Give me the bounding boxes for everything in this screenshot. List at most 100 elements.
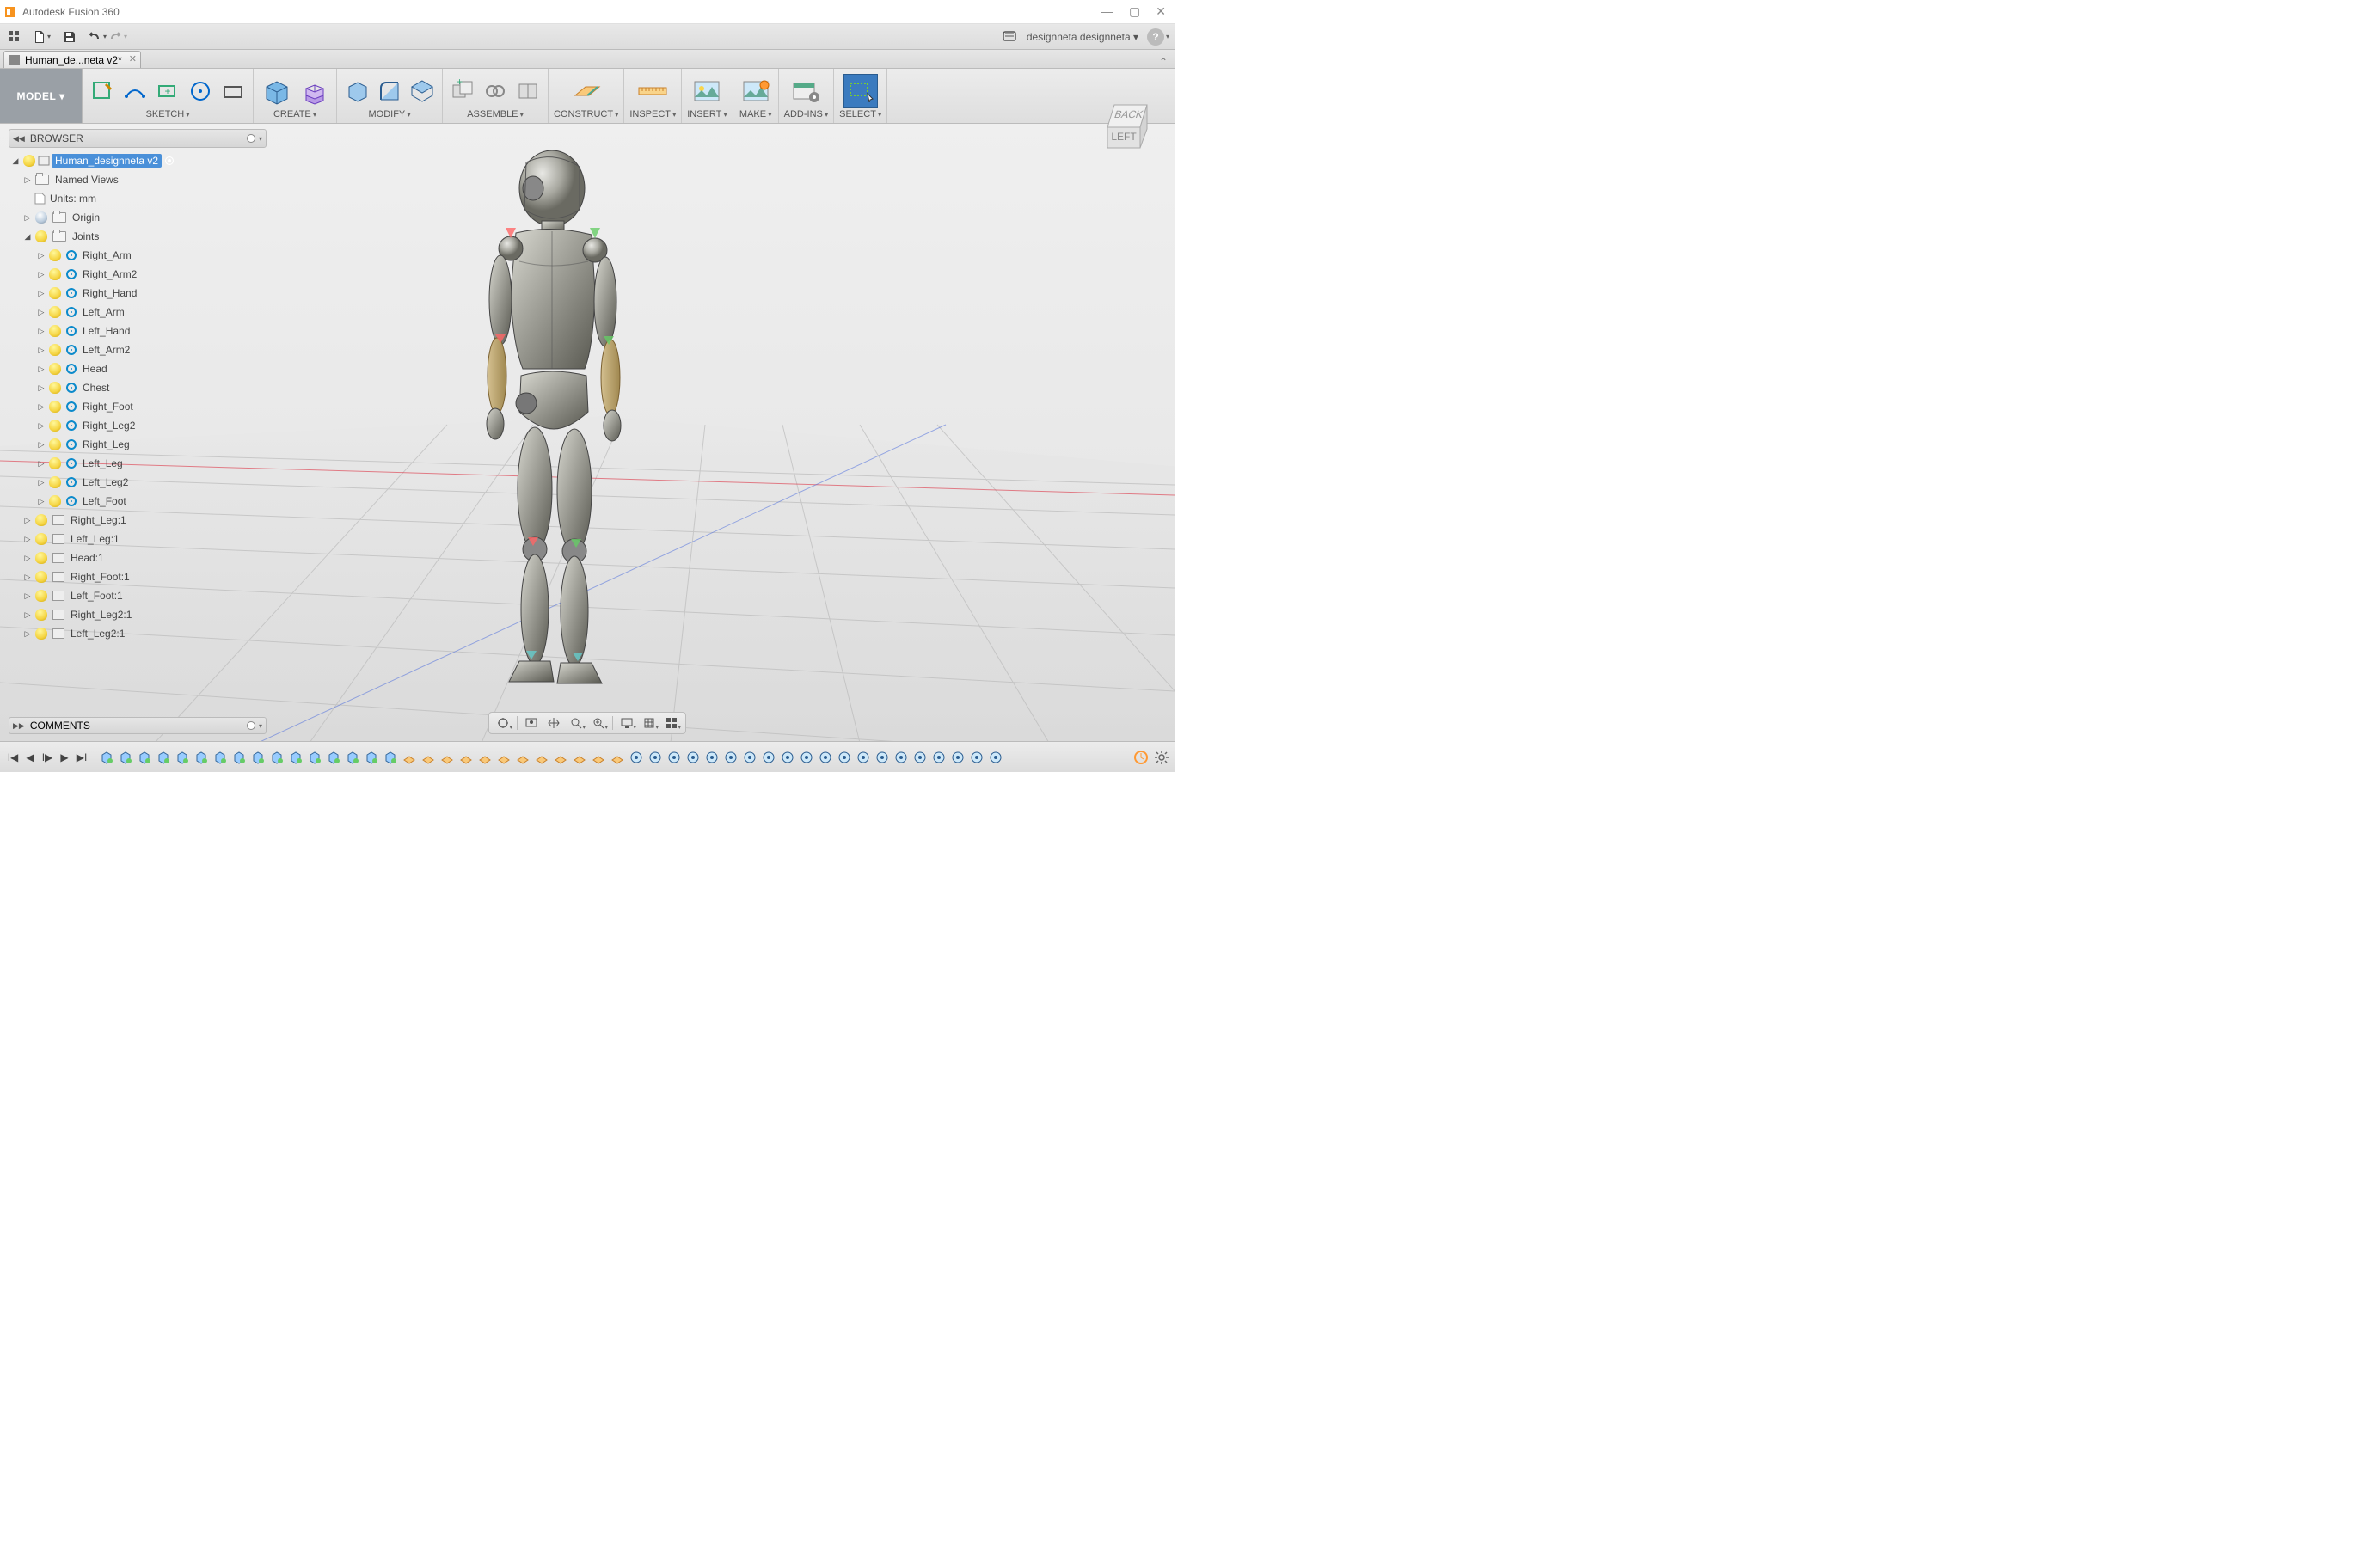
tree-component-item[interactable]: ▷Head:1 xyxy=(9,548,267,567)
timeline-settings-icon[interactable] xyxy=(1154,750,1169,765)
comments-panel[interactable]: ▶▶ COMMENTS ▾ xyxy=(9,717,267,734)
tree-joint-item[interactable]: ▷Right_Leg xyxy=(9,435,267,454)
tree-units[interactable]: ▷Units: mm xyxy=(9,189,267,208)
data-panel-button[interactable] xyxy=(5,28,24,46)
tab-close-button[interactable]: ✕ xyxy=(129,53,137,64)
tree-joint-item[interactable]: ▷Right_Arm2 xyxy=(9,265,267,284)
fillet-icon[interactable] xyxy=(375,77,404,106)
tree-joint-item[interactable]: ▷Left_Leg xyxy=(9,454,267,473)
timeline-feature[interactable] xyxy=(117,749,134,766)
tree-component-item[interactable]: ▷Right_Foot:1 xyxy=(9,567,267,586)
line-icon[interactable] xyxy=(120,77,150,106)
select-icon[interactable] xyxy=(843,74,878,108)
box-icon[interactable] xyxy=(259,74,293,108)
timeline-feature[interactable] xyxy=(722,749,739,766)
workspace-switcher[interactable]: MODEL ▾ xyxy=(0,69,83,123)
timeline-feature[interactable] xyxy=(817,749,834,766)
redo-button[interactable] xyxy=(108,28,127,46)
tree-component-item[interactable]: ▷Right_Leg:1 xyxy=(9,511,267,530)
browser-header[interactable]: ◀◀ BROWSER ▾ xyxy=(9,129,267,148)
timeline-feature[interactable] xyxy=(798,749,815,766)
browser-collapse-icon[interactable]: ◀◀ xyxy=(13,134,25,144)
window-maximize-button[interactable]: ▢ xyxy=(1129,4,1140,19)
insert-icon[interactable] xyxy=(690,74,724,108)
tree-joint-item[interactable]: ▷Left_Arm2 xyxy=(9,340,267,359)
ribbon-label[interactable]: INSERT xyxy=(687,109,727,119)
as-built-joint-icon[interactable] xyxy=(513,77,543,106)
ribbon-label[interactable]: MAKE xyxy=(739,109,771,119)
tree-joint-item[interactable]: ▷Left_Leg2 xyxy=(9,473,267,492)
timeline-feature[interactable] xyxy=(855,749,872,766)
measure-icon[interactable] xyxy=(635,74,670,108)
timeline-play-button[interactable]: ▶ xyxy=(57,750,72,765)
tree-named-views[interactable]: ▷Named Views xyxy=(9,170,267,189)
timeline-feature[interactable] xyxy=(647,749,664,766)
help-button[interactable]: ? xyxy=(1147,28,1164,46)
comments-expand-icon[interactable]: ▶▶ xyxy=(13,721,25,731)
timeline-feature[interactable] xyxy=(439,749,456,766)
tree-component-item[interactable]: ▷Left_Foot:1 xyxy=(9,586,267,605)
tree-joint-item[interactable]: ▷Left_Hand xyxy=(9,322,267,340)
undo-button[interactable] xyxy=(88,28,107,46)
timeline-feature[interactable] xyxy=(949,749,966,766)
timeline-feature[interactable] xyxy=(401,749,418,766)
timeline-feature[interactable] xyxy=(514,749,531,766)
ribbon-label[interactable]: CONSTRUCT xyxy=(554,109,618,119)
fit-button[interactable] xyxy=(588,714,609,732)
tabbar-expand-icon[interactable]: ⌃ xyxy=(1152,56,1175,68)
timeline-feature[interactable] xyxy=(628,749,645,766)
timeline-feature[interactable] xyxy=(911,749,929,766)
timeline-feature[interactable] xyxy=(193,749,210,766)
timeline-feature[interactable] xyxy=(306,749,323,766)
window-minimize-button[interactable]: — xyxy=(1101,4,1113,19)
browser-pin-icon[interactable] xyxy=(247,134,255,143)
timeline-end-button[interactable]: ▶I xyxy=(74,750,89,765)
timeline-feature[interactable] xyxy=(457,749,475,766)
ribbon-label[interactable]: INSPECT xyxy=(629,109,676,119)
tree-joint-item[interactable]: ▷Left_Foot xyxy=(9,492,267,511)
tree-joint-item[interactable]: ▷Right_Foot xyxy=(9,397,267,416)
viewcube[interactable]: LEFT BACK xyxy=(1097,95,1157,155)
timeline-feature[interactable] xyxy=(268,749,285,766)
zoom-button[interactable] xyxy=(566,714,586,732)
tree-joint-item[interactable]: ▷Right_Hand xyxy=(9,284,267,303)
circle-icon[interactable] xyxy=(186,77,215,106)
timeline-feature[interactable] xyxy=(476,749,494,766)
orbit-button[interactable] xyxy=(493,714,513,732)
ribbon-label[interactable]: SELECT xyxy=(839,109,881,119)
display-settings-button[interactable] xyxy=(616,714,637,732)
ribbon-label[interactable]: CREATE xyxy=(273,109,316,119)
tree-joint-item[interactable]: ▷Head xyxy=(9,359,267,378)
window-close-button[interactable]: ✕ xyxy=(1156,4,1166,19)
timeline-feature[interactable] xyxy=(382,749,399,766)
create-sketch-icon[interactable] xyxy=(88,77,117,106)
construct-plane-icon[interactable] xyxy=(569,74,604,108)
notifications-icon[interactable] xyxy=(1001,28,1020,46)
file-menu-button[interactable] xyxy=(33,28,52,46)
timeline-step-back-button[interactable]: ◀ xyxy=(22,750,38,765)
timeline-feature[interactable] xyxy=(892,749,910,766)
look-at-button[interactable] xyxy=(521,714,542,732)
shell-icon[interactable] xyxy=(408,77,437,106)
timeline-feature[interactable] xyxy=(136,749,153,766)
timeline-feature[interactable] xyxy=(703,749,721,766)
timeline-feature[interactable] xyxy=(212,749,229,766)
timeline-feature[interactable] xyxy=(571,749,588,766)
rectangle-icon[interactable]: + xyxy=(153,77,182,106)
timeline-feature[interactable] xyxy=(836,749,853,766)
account-menu[interactable]: designneta designneta ▾ xyxy=(1021,31,1144,43)
timeline-feature[interactable] xyxy=(987,749,1004,766)
tree-joints-folder[interactable]: ◢Joints xyxy=(9,227,267,246)
timeline-feature[interactable] xyxy=(287,749,304,766)
timeline-feature[interactable] xyxy=(930,749,948,766)
timeline-feature[interactable] xyxy=(533,749,550,766)
addins-icon[interactable] xyxy=(788,74,823,108)
timeline-feature[interactable] xyxy=(325,749,342,766)
tree-component-item[interactable]: ▷Left_Leg2:1 xyxy=(9,624,267,643)
save-button[interactable] xyxy=(60,28,79,46)
timeline-feature[interactable] xyxy=(420,749,437,766)
tree-joint-item[interactable]: ▷Right_Leg2 xyxy=(9,416,267,435)
tree-origin[interactable]: ▷Origin xyxy=(9,208,267,227)
timeline-feature[interactable] xyxy=(363,749,380,766)
timeline-step-fwd-button[interactable]: I▶ xyxy=(40,750,55,765)
